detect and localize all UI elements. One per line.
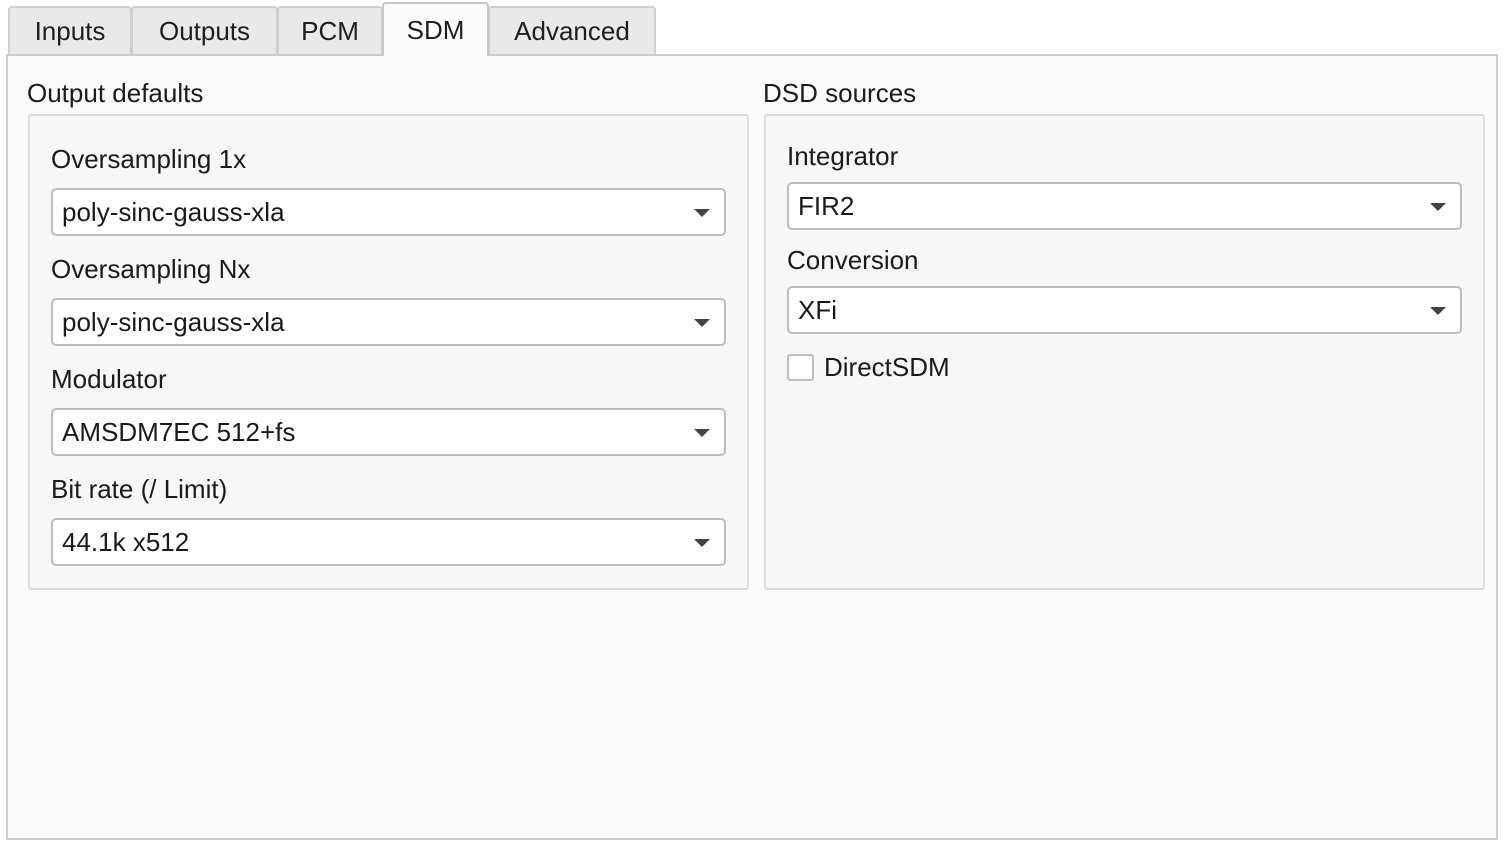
chevron-down-icon bbox=[694, 319, 710, 327]
sdm-tab-pane: Output defaults Oversampling 1x poly-sin… bbox=[6, 54, 1498, 840]
bit-rate-label: Bit rate (/ Limit) bbox=[51, 474, 228, 504]
integrator-label: Integrator bbox=[787, 141, 899, 171]
tab-label: PCM bbox=[301, 15, 359, 46]
output-defaults-group: Oversampling 1x poly-sinc-gauss-xla Over… bbox=[28, 114, 749, 590]
oversampling-nx-value: poly-sinc-gauss-xla bbox=[62, 306, 285, 337]
direct-sdm-checkbox[interactable] bbox=[787, 354, 814, 381]
tab-advanced[interactable]: Advanced bbox=[488, 6, 656, 54]
chevron-down-icon bbox=[1430, 203, 1446, 211]
modulator-select[interactable]: AMSDM7EC 512+fs bbox=[51, 408, 726, 456]
conversion-label: Conversion bbox=[787, 245, 919, 275]
oversampling-nx-label: Oversampling Nx bbox=[51, 254, 251, 284]
tab-inputs[interactable]: Inputs bbox=[8, 6, 132, 54]
tab-label: Inputs bbox=[34, 15, 106, 46]
dsd-sources-title: DSD sources bbox=[763, 78, 917, 108]
bit-rate-value: 44.1k x512 bbox=[62, 526, 190, 557]
oversampling-1x-select[interactable]: poly-sinc-gauss-xla bbox=[51, 188, 726, 236]
bit-rate-select[interactable]: 44.1k x512 bbox=[51, 518, 726, 566]
tab-outputs[interactable]: Outputs bbox=[131, 6, 278, 54]
integrator-select[interactable]: FIR2 bbox=[787, 182, 1462, 230]
chevron-down-icon bbox=[694, 539, 710, 547]
conversion-select[interactable]: XFi bbox=[787, 286, 1462, 334]
modulator-value: AMSDM7EC 512+fs bbox=[62, 416, 296, 447]
tab-sdm[interactable]: SDM bbox=[382, 2, 489, 56]
chevron-down-icon bbox=[1430, 307, 1446, 315]
tab-label: Outputs bbox=[158, 15, 251, 46]
conversion-value: XFi bbox=[798, 294, 837, 325]
chevron-down-icon bbox=[694, 209, 710, 217]
oversampling-1x-label: Oversampling 1x bbox=[51, 144, 247, 174]
output-defaults-title: Output defaults bbox=[27, 78, 204, 108]
dsd-sources-group: Integrator FIR2 Conversion XFi DirectSDM bbox=[764, 114, 1485, 590]
tab-pcm[interactable]: PCM bbox=[277, 6, 383, 54]
integrator-value: FIR2 bbox=[798, 190, 855, 221]
tab-label: SDM bbox=[406, 14, 465, 45]
chevron-down-icon bbox=[694, 429, 710, 437]
modulator-label: Modulator bbox=[51, 364, 167, 394]
oversampling-1x-value: poly-sinc-gauss-xla bbox=[62, 196, 285, 227]
direct-sdm-label: DirectSDM bbox=[824, 352, 950, 382]
direct-sdm-checkbox-row[interactable]: DirectSDM bbox=[787, 352, 950, 383]
oversampling-nx-select[interactable]: poly-sinc-gauss-xla bbox=[51, 298, 726, 346]
tab-label: Advanced bbox=[514, 15, 630, 46]
tab-bar: Inputs Outputs PCM SDM Advanced bbox=[0, 0, 1506, 56]
